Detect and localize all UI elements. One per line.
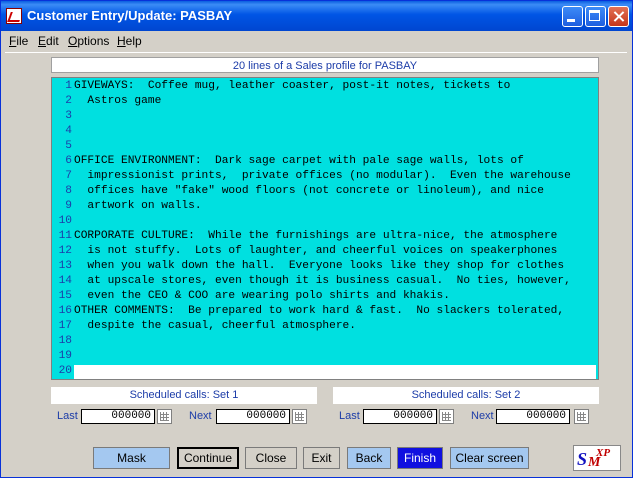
set1-title: Scheduled calls: Set 1 <box>51 387 317 404</box>
set2-last-label: Last <box>339 410 360 422</box>
menu-bar: File Edit Options Help <box>1 31 632 51</box>
profile-line[interactable]: 7 impressionist prints, private offices … <box>52 169 571 184</box>
line-number: 13 <box>58 260 72 272</box>
logo-letters-xp: XP <box>596 447 611 459</box>
menu-help[interactable]: Help <box>117 34 142 48</box>
line-text: at upscale stores, even though it is bus… <box>74 275 571 287</box>
set2-last-field[interactable]: 000000 <box>363 409 437 424</box>
calendar-icon[interactable] <box>574 409 589 424</box>
line-number: 4 <box>65 125 72 137</box>
line-number: 17 <box>58 320 72 332</box>
customer-entry-window: Customer Entry/Update: PASBAY File Edit … <box>0 0 633 478</box>
active-line-highlight[interactable] <box>74 365 596 379</box>
close-window-button[interactable] <box>608 6 629 27</box>
sales-profile-editor[interactable]: 1 GIVEWAYS: Coffee mug, leather coaster, … <box>51 77 599 380</box>
profile-line[interactable]: 6 OFFICE ENVIRONMENT: Dark sage carpet wi… <box>52 154 524 169</box>
maximize-button[interactable] <box>585 6 606 27</box>
mask-button[interactable]: Mask <box>93 447 170 469</box>
clear-screen-button[interactable]: Clear screen <box>450 447 529 469</box>
line-number: 12 <box>58 245 72 257</box>
profile-line[interactable]: 12 is not stuffy. Lots of laughter, and … <box>52 244 558 259</box>
profile-line[interactable]: 3 <box>52 109 74 124</box>
set2-title: Scheduled calls: Set 2 <box>333 387 599 404</box>
profile-line[interactable]: 5 <box>52 139 74 154</box>
line-text: OFFICE ENVIRONMENT: Dark sage carpet wit… <box>74 155 524 167</box>
smxp-logo: S M XP <box>573 445 621 471</box>
profile-line[interactable]: 18 <box>52 334 74 349</box>
menu-edit[interactable]: Edit <box>38 34 59 48</box>
line-number: 7 <box>65 170 72 182</box>
set1-last-field[interactable]: 000000 <box>81 409 155 424</box>
line-text: when you walk down the hall. Everyone lo… <box>74 260 565 272</box>
line-number: 15 <box>58 290 72 302</box>
line-number: 1 <box>65 80 72 92</box>
profile-header: 20 lines of a Sales profile for PASBAY <box>51 57 599 73</box>
line-number: 10 <box>58 215 72 227</box>
line-text: offices have "fake" wood floors (not con… <box>74 185 544 197</box>
calendar-icon[interactable] <box>157 409 172 424</box>
line-text: GIVEWAYS: Coffee mug, leather coaster, p… <box>74 80 511 92</box>
line-number: 9 <box>65 200 72 212</box>
line-text: impressionist prints, private offices (n… <box>74 170 571 182</box>
line-number: 6 <box>65 155 72 167</box>
line-text: OTHER COMMENTS: Be prepared to work hard… <box>74 305 565 317</box>
line-text: CORPORATE CULTURE: While the furnishings… <box>74 230 558 242</box>
title-bar[interactable]: Customer Entry/Update: PASBAY <box>1 1 632 31</box>
line-number: 16 <box>58 305 72 317</box>
line-number: 2 <box>65 95 72 107</box>
line-number: 20 <box>58 365 72 377</box>
profile-line[interactable]: 1 GIVEWAYS: Coffee mug, leather coaster, … <box>52 79 510 94</box>
profile-line[interactable]: 17 despite the casual, cheerful atmosphe… <box>52 319 356 334</box>
finish-button[interactable]: Finish <box>397 447 443 469</box>
set2-next-label: Next <box>471 410 494 422</box>
profile-line[interactable]: 19 <box>52 349 74 364</box>
line-number: 11 <box>58 230 72 242</box>
calendar-icon[interactable] <box>439 409 454 424</box>
app-icon <box>6 8 22 24</box>
profile-line[interactable]: 14 at upscale stores, even though it is … <box>52 274 571 289</box>
calendar-icon[interactable] <box>292 409 307 424</box>
line-number: 14 <box>58 275 72 287</box>
line-number: 5 <box>65 140 72 152</box>
menu-options[interactable]: Options <box>68 34 109 48</box>
set2-next-field[interactable]: 000000 <box>496 409 570 424</box>
profile-line[interactable]: 9 artwork on walls. <box>52 199 202 214</box>
line-text: despite the casual, cheerful atmosphere. <box>74 320 356 332</box>
line-text: artwork on walls. <box>74 200 202 212</box>
line-text: is not stuffy. Lots of laughter, and che… <box>74 245 558 257</box>
line-number: 19 <box>58 350 72 362</box>
profile-line[interactable]: 11 CORPORATE CULTURE: While the furnishin… <box>52 229 558 244</box>
back-button[interactable]: Back <box>347 447 391 469</box>
line-number: 3 <box>65 110 72 122</box>
profile-line[interactable]: 13 when you walk down the hall. Everyone… <box>52 259 565 274</box>
profile-line[interactable]: 8 offices have "fake" wood floors (not c… <box>52 184 544 199</box>
profile-line[interactable]: 4 <box>52 124 74 139</box>
profile-line[interactable]: 16 OTHER COMMENTS: Be prepared to work ha… <box>52 304 565 319</box>
line-text: Astros game <box>74 95 162 107</box>
minimize-button[interactable] <box>562 6 583 27</box>
profile-line[interactable]: 20 <box>52 364 74 379</box>
set1-last-label: Last <box>57 410 78 422</box>
profile-line[interactable]: 2 Astros game <box>52 94 161 109</box>
logo-letter-s: S <box>577 449 588 469</box>
continue-button[interactable]: Continue <box>177 447 239 469</box>
close-button[interactable]: Close <box>245 447 297 469</box>
main-panel: 20 lines of a Sales profile for PASBAY 1… <box>5 52 627 476</box>
profile-line[interactable]: 10 <box>52 214 74 229</box>
set1-next-label: Next <box>189 410 212 422</box>
scheduled-calls-set1: Scheduled calls: Set 1 Last 000000 Next … <box>51 387 317 427</box>
set1-next-field[interactable]: 000000 <box>216 409 290 424</box>
window-title: Customer Entry/Update: PASBAY <box>27 8 233 23</box>
line-text: even the CEO & COO are wearing polo shir… <box>74 290 450 302</box>
exit-button[interactable]: Exit <box>303 447 340 469</box>
line-number: 8 <box>65 185 72 197</box>
menu-file[interactable]: File <box>9 34 28 48</box>
profile-line[interactable]: 15 even the CEO & COO are wearing polo s… <box>52 289 450 304</box>
scheduled-calls-set2: Scheduled calls: Set 2 Last 000000 Next … <box>333 387 599 427</box>
line-number: 18 <box>58 335 72 347</box>
